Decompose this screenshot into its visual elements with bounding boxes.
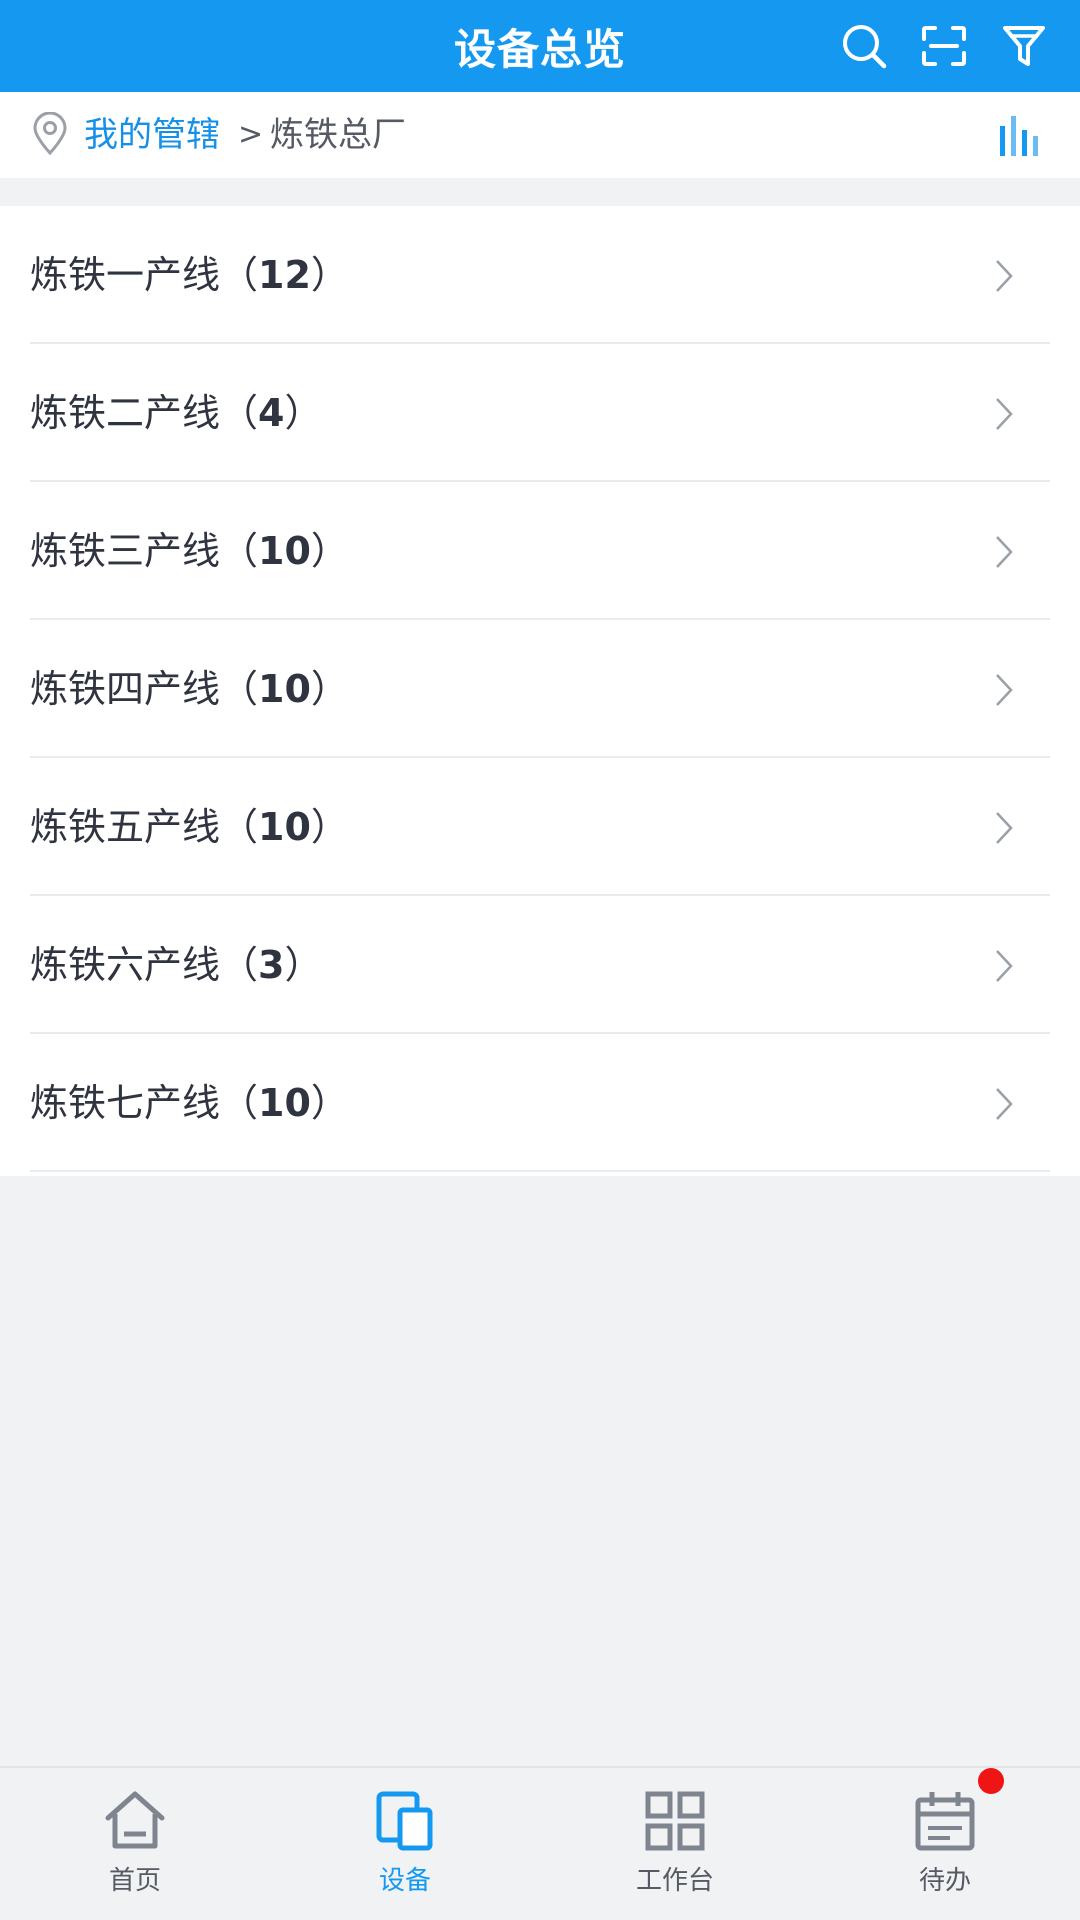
breadcrumb-separator: >: [238, 117, 264, 152]
list-item[interactable]: 炼铁七产线（10）: [0, 1034, 1080, 1172]
list-item[interactable]: 炼铁二产线（4）: [0, 344, 1080, 482]
header-actions: [838, 0, 1050, 92]
location-pin-icon: [33, 112, 67, 156]
tab-home[interactable]: 首页: [0, 1768, 270, 1920]
device-icon: [376, 1791, 433, 1851]
chevron-right-icon: [996, 674, 1013, 706]
production-line-list: 炼铁一产线（12） 炼铁二产线（4） 炼铁三产线（10） 炼铁四产线（10） 炼…: [0, 206, 1080, 1176]
home-icon: [105, 1791, 165, 1849]
list-item[interactable]: 炼铁五产线（10）: [0, 758, 1080, 896]
tab-device[interactable]: 设备: [270, 1768, 540, 1920]
breadcrumb-root-link[interactable]: 我的管辖: [84, 92, 220, 178]
filter-button[interactable]: [998, 20, 1050, 72]
list-item-label: 炼铁四产线（10）: [30, 667, 349, 711]
list-item[interactable]: 炼铁一产线（12）: [0, 206, 1080, 344]
tab-todo[interactable]: 待办: [810, 1768, 1080, 1920]
list-item[interactable]: 炼铁三产线（10）: [0, 482, 1080, 620]
list-item-label: 炼铁二产线（4）: [30, 391, 323, 435]
list-item[interactable]: 炼铁六产线（3）: [0, 896, 1080, 1034]
search-icon: [843, 25, 887, 69]
chevron-right-icon: [996, 1088, 1013, 1120]
tab-home-label: 首页: [108, 1866, 161, 1896]
filter-icon: [1003, 26, 1045, 66]
chevron-right-icon: [996, 812, 1013, 844]
list-item-label: 炼铁一产线（12）: [30, 253, 349, 297]
list-item[interactable]: 炼铁四产线（10）: [0, 620, 1080, 758]
search-button[interactable]: [838, 20, 890, 72]
chevron-right-icon: [996, 536, 1013, 568]
list-item-label: 炼铁五产线（10）: [30, 805, 349, 849]
divider: [30, 1170, 1050, 1172]
tab-device-label: 设备: [378, 1866, 431, 1896]
list-item-label: 炼铁七产线（10）: [30, 1081, 349, 1125]
app-header: 设备总览: [0, 0, 1080, 92]
bar-chart-icon[interactable]: [996, 114, 1042, 158]
chevron-right-icon: [996, 398, 1013, 430]
bottom-tab-bar: 首页 设备 工作台 待办: [0, 1766, 1080, 1920]
calendar-icon: [915, 1792, 975, 1851]
tab-todo-label: 待办: [918, 1866, 971, 1896]
notification-badge: [978, 1768, 1004, 1794]
breadcrumb-current: 炼铁总厂: [270, 115, 406, 155]
page-title: 设备总览: [453, 24, 626, 74]
tab-workbench-label: 工作台: [635, 1866, 714, 1896]
chevron-right-icon: [996, 260, 1013, 292]
breadcrumb: 我的管辖 > 炼铁总厂: [0, 92, 1080, 178]
tab-workbench[interactable]: 工作台: [540, 1768, 810, 1920]
list-item-label: 炼铁三产线（10）: [30, 529, 349, 573]
grid-icon: [645, 1791, 705, 1851]
chevron-right-icon: [996, 950, 1013, 982]
scan-button[interactable]: [918, 20, 970, 72]
list-item-label: 炼铁六产线（3）: [30, 943, 323, 987]
scan-icon: [922, 26, 966, 66]
